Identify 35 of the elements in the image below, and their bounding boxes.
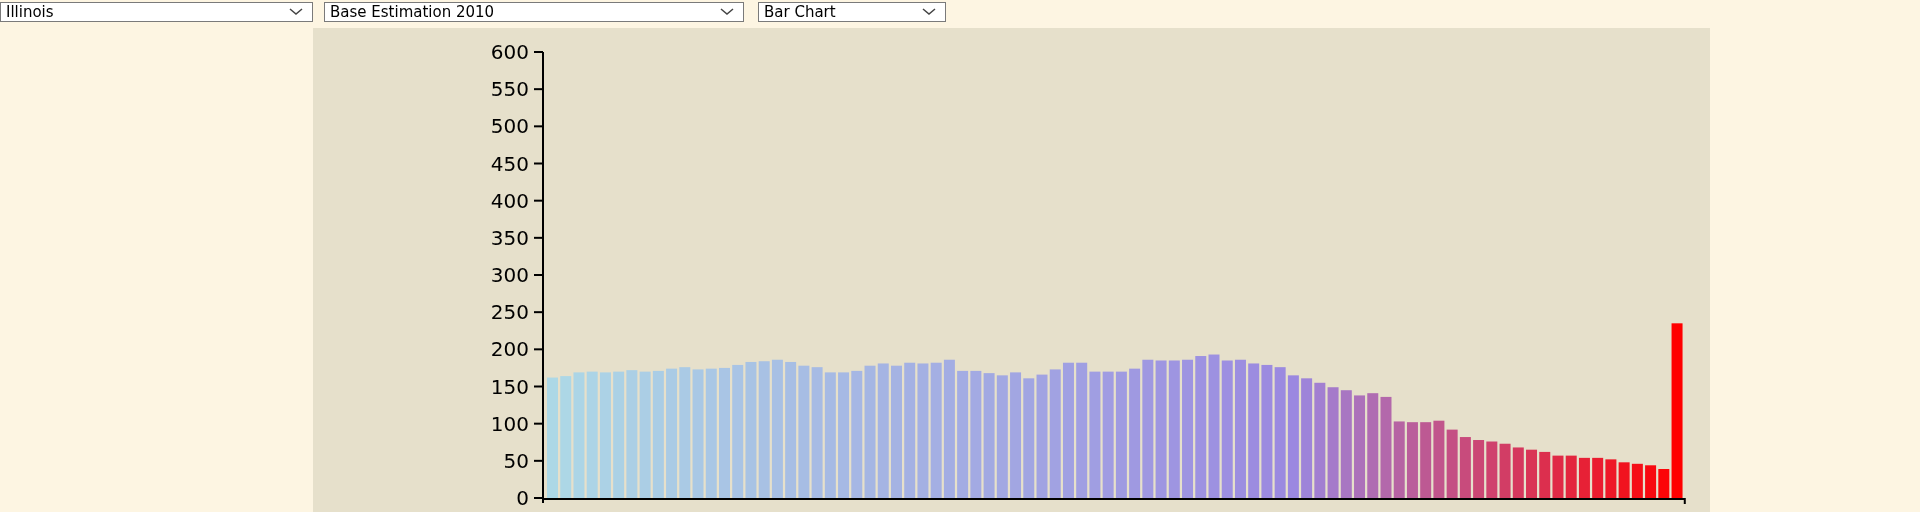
- dropdown[interactable]: Illinois: [0, 2, 313, 22]
- bar: [1473, 440, 1485, 498]
- bar: [1499, 443, 1511, 498]
- chevron-icon: [921, 7, 937, 17]
- y-tick-label: 200: [490, 337, 529, 362]
- bar: [1618, 462, 1630, 498]
- y-tick-label: 0: [516, 486, 529, 510]
- y-tick-label: 400: [490, 188, 529, 213]
- chevron-icon: [288, 7, 304, 17]
- bar: [1446, 429, 1458, 498]
- bar: [1512, 447, 1524, 498]
- bar: [1539, 451, 1551, 498]
- y-tick-label: 300: [490, 263, 529, 287]
- y-tick-label: 550: [490, 77, 529, 102]
- bar: [1486, 441, 1498, 498]
- y-tick-label: 250: [490, 300, 529, 325]
- bar: [1565, 455, 1577, 498]
- bar: [1605, 459, 1617, 498]
- dropdown[interactable]: Bar Chart: [758, 2, 946, 22]
- y-tick-label: 500: [490, 114, 529, 139]
- bar: [1578, 457, 1590, 498]
- chevron-icon: [719, 7, 735, 17]
- y-tick-label: 350: [490, 225, 529, 250]
- bar: [1592, 457, 1604, 498]
- y-tick-label: 100: [490, 411, 529, 436]
- bar: [1526, 449, 1537, 498]
- y-tick-label: 50: [503, 448, 529, 473]
- bar: [1552, 455, 1564, 498]
- y-tick-label: 600: [490, 40, 529, 64]
- bar: [1645, 465, 1657, 498]
- dropdown[interactable]: Base Estimation 2010: [324, 2, 744, 22]
- y-tick-label: 150: [490, 374, 529, 399]
- bar: [1459, 437, 1471, 498]
- y-tick-label: 450: [490, 151, 529, 176]
- bar: [1631, 463, 1643, 498]
